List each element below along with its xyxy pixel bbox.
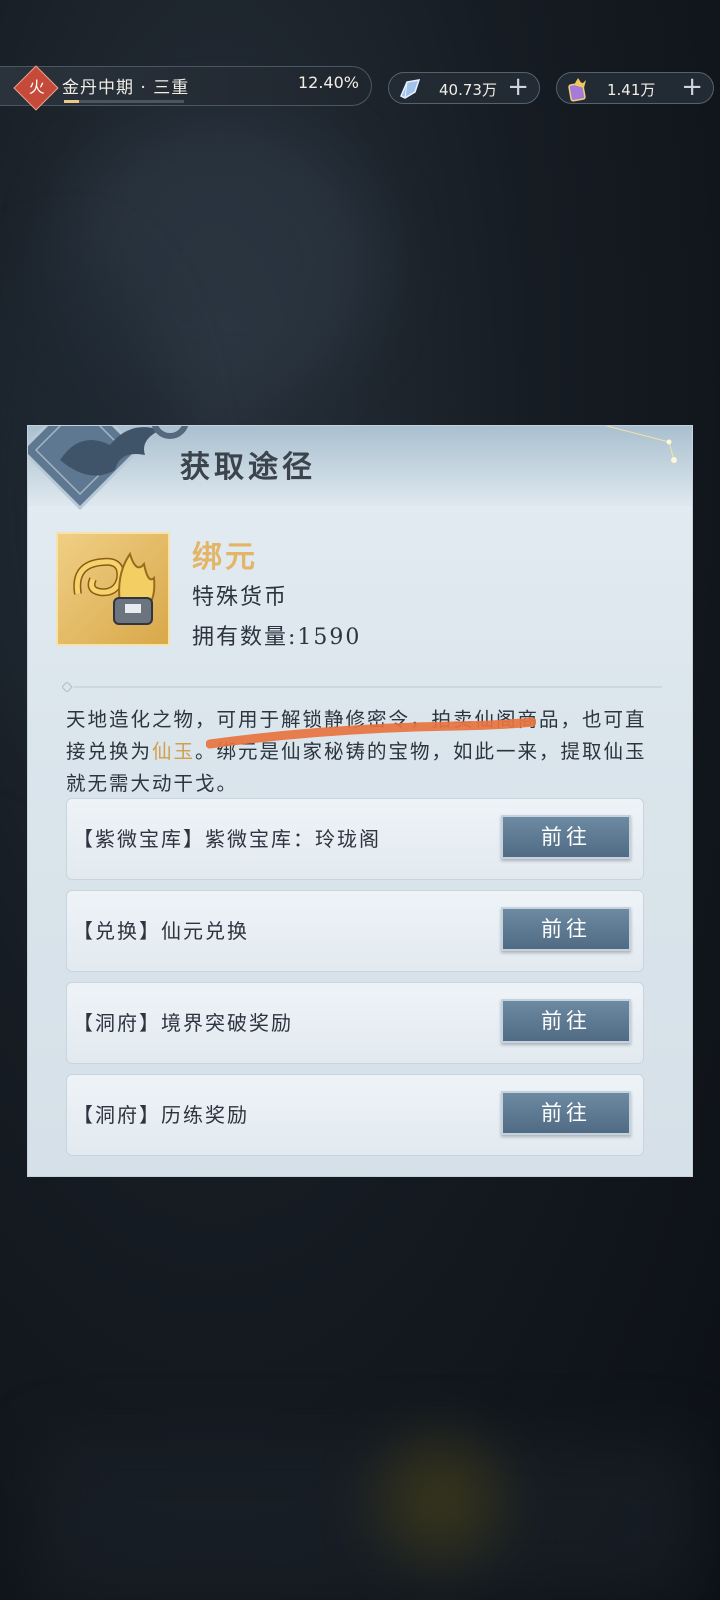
route-label: 【兑换】仙元兑换 — [73, 919, 249, 943]
route-row: 【洞府】历练奖励 前往 — [66, 1074, 644, 1156]
constellation-decoration-icon — [605, 426, 677, 463]
owned-count-value: 1590 — [297, 625, 362, 650]
ornamental-divider — [62, 682, 662, 692]
go-button[interactable]: 前往 — [501, 815, 631, 859]
currency-crystal[interactable]: 40.73万 + — [388, 72, 540, 104]
owned-count-label: 拥有数量: — [192, 625, 298, 650]
route-label: 【洞府】境界突破奖励 — [73, 1011, 293, 1035]
crystal-amount: 40.73万 — [439, 81, 497, 99]
add-purple-token-button[interactable]: + — [681, 72, 703, 102]
route-row: 【洞府】境界突破奖励 前往 — [66, 982, 644, 1064]
purple-token-icon — [568, 78, 586, 102]
top-status-bar: 火 金丹中期 · 三重 12.40% 40.73万 + 1.41万 + — [0, 65, 720, 111]
gold-token-icon — [73, 551, 156, 625]
realm-progress-fill — [64, 100, 79, 103]
realm-progress-pill[interactable]: 火 金丹中期 · 三重 12.40% — [0, 65, 372, 111]
go-button[interactable]: 前往 — [501, 1091, 631, 1135]
currency-purple-token[interactable]: 1.41万 + — [556, 72, 714, 104]
route-row: 【兑换】仙元兑换 前往 — [66, 890, 644, 972]
item-description: 天地造化之物，可用于解锁静修密令，拍卖仙阁商品，也可直接兑换为仙玉。绑元是仙家秘… — [66, 704, 666, 800]
description-highlight: 仙玉 — [152, 740, 196, 763]
purple-token-amount: 1.41万 — [607, 81, 656, 99]
item-type: 特殊货币 — [192, 585, 289, 610]
dialog-title: 获取途径 — [180, 450, 316, 485]
acquisition-dialog: 获取途径 绑元 特殊货币 拥有数量:1590 天地造化之物，可用于解锁静修密令，… — [27, 425, 693, 1177]
route-row: 【紫微宝库】紫微宝库：玲珑阁 前往 — [66, 798, 644, 880]
route-label: 【紫微宝库】紫微宝库：玲珑阁 — [73, 827, 381, 851]
fire-element-icon: 火 — [13, 65, 59, 111]
cloud-beast-emblem-icon — [28, 426, 189, 511]
realm-progress-percent: 12.40% — [297, 73, 359, 92]
item-owned-count: 拥有数量:1590 — [192, 619, 361, 651]
crystal-icon — [400, 79, 421, 99]
realm-name: 金丹中期 · 三重 — [62, 78, 190, 98]
realm-progress-bar — [64, 100, 184, 103]
item-name: 绑元 — [192, 540, 258, 575]
item-icon-frame — [56, 532, 170, 646]
add-crystal-button[interactable]: + — [507, 72, 529, 102]
go-button[interactable]: 前往 — [501, 999, 631, 1043]
route-label: 【洞府】历练奖励 — [73, 1103, 249, 1127]
go-button[interactable]: 前往 — [501, 907, 631, 951]
